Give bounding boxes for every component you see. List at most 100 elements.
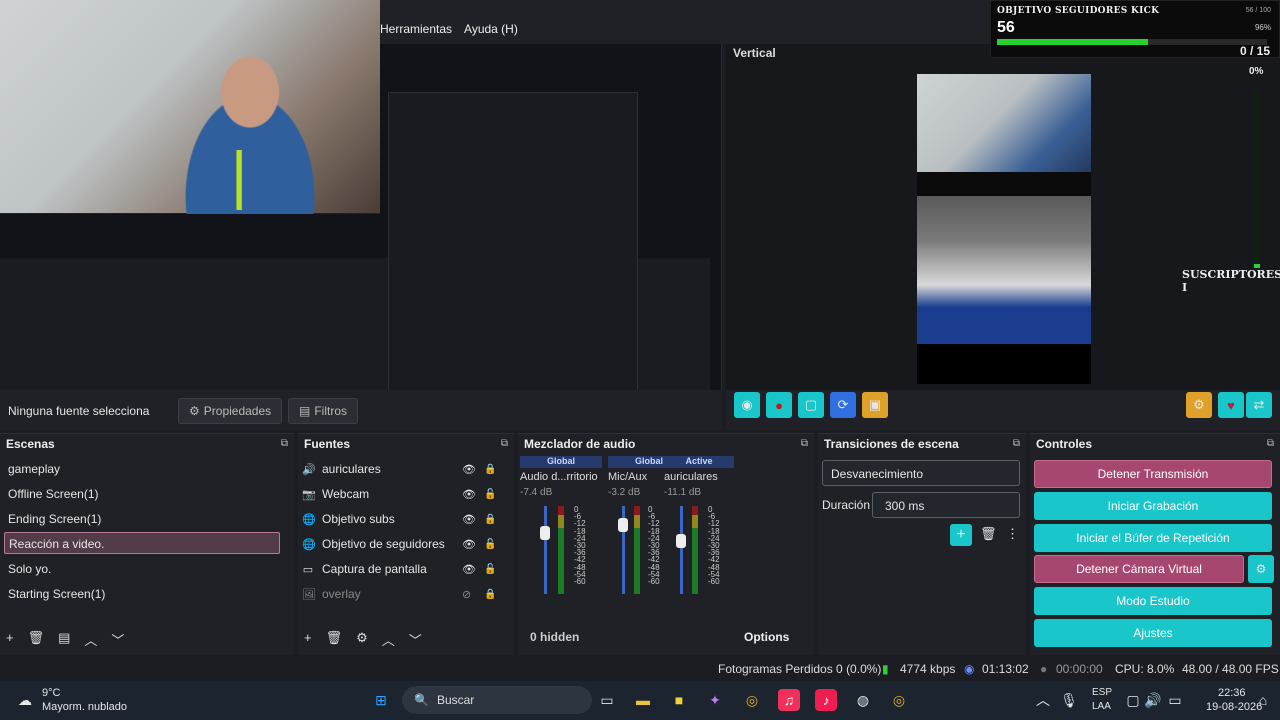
menu-tools[interactable]: Herramientas	[380, 22, 452, 36]
more-icon[interactable]: ⋮	[1006, 526, 1019, 542]
eye-icon[interactable]: 👁	[462, 513, 476, 526]
down-icon[interactable]: ﹀	[409, 630, 422, 649]
stop-virtual-camera-button[interactable]: Detener Cámara Virtual	[1034, 555, 1244, 583]
gear-icon[interactable]: ⚙	[1248, 555, 1274, 583]
chevron-up-icon[interactable]: ︿	[1032, 689, 1054, 711]
screenshot-icon[interactable]: ▣	[862, 392, 888, 418]
add-icon[interactable]: +	[304, 630, 312, 649]
lock-icon[interactable]: 🔒	[484, 589, 496, 600]
vertical-kick-overlay	[917, 172, 1091, 196]
add-transition-button[interactable]: +	[950, 524, 972, 546]
undock-icon[interactable]: ⧉	[1013, 438, 1020, 449]
refresh-icon[interactable]: ⟳	[830, 392, 856, 418]
fader-knob[interactable]	[618, 518, 628, 532]
undock-icon[interactable]: ⧉	[501, 438, 508, 449]
source-item[interactable]: 🖼 overlay ⊘ 🔒	[302, 583, 498, 605]
replay-buffer-button[interactable]: Iniciar el Búfer de Repetición	[1034, 524, 1272, 552]
battery-icon[interactable]: ▭	[1164, 689, 1186, 711]
lock-icon[interactable]: 🔓	[484, 539, 496, 550]
source-item[interactable]: 📷 Webcam 👁 🔓	[302, 483, 498, 505]
channel-name[interactable]: Audio d...rritorio	[520, 471, 602, 483]
down-icon[interactable]: ﹀	[111, 630, 124, 649]
microphone-icon[interactable]: 🎙	[1058, 689, 1080, 711]
volume-fader[interactable]	[544, 506, 547, 594]
eye-icon[interactable]: 👁	[462, 538, 476, 551]
scene-item-selected[interactable]: Reacción a video.	[4, 532, 280, 554]
weather-desc[interactable]: Mayorm. nublado	[42, 701, 127, 713]
copilot-icon[interactable]: ✦	[704, 689, 726, 711]
lock-icon[interactable]: 🔒	[484, 464, 496, 475]
obs-icon[interactable]: ◍	[852, 689, 874, 711]
scene-item[interactable]: Ending Screen(1)	[4, 508, 280, 530]
notifications-icon[interactable]: ⌂	[1252, 689, 1274, 711]
task-view-icon[interactable]: ▭	[596, 689, 618, 711]
settings-gear-icon[interactable]: ⚙	[1186, 392, 1212, 418]
tiktok-icon[interactable]: ♪	[815, 689, 837, 711]
trash-icon[interactable]: 🗑	[326, 630, 343, 649]
options-menu[interactable]: Options	[744, 630, 789, 644]
scene-item[interactable]: gameplay	[4, 458, 280, 480]
start-recording-button[interactable]: Iniciar Grabación	[1034, 492, 1272, 520]
gear-icon[interactable]: ⚙	[356, 630, 368, 649]
lock-icon[interactable]: 🔓	[484, 564, 496, 575]
clock-time[interactable]: 22:36	[1218, 687, 1246, 699]
taskbar-search[interactable]: 🔍 Buscar	[402, 686, 592, 714]
studio-mode-button[interactable]: Modo Estudio	[1034, 587, 1272, 615]
eye-icon[interactable]: 👁	[462, 488, 476, 501]
replay-icon[interactable]: ▢	[798, 392, 824, 418]
bitrate: 4774 kbps	[900, 662, 956, 676]
stream-icon[interactable]: ◉	[734, 392, 760, 418]
undock-icon[interactable]: ⧉	[801, 438, 808, 449]
globe-icon: 🌐	[302, 538, 316, 551]
source-item[interactable]: 🔊 auriculares 👁 🔒	[302, 458, 498, 480]
up-icon[interactable]: ︿	[382, 630, 395, 649]
keyboard-layout[interactable]: LAA	[1092, 701, 1111, 712]
volume-icon[interactable]: 🔊	[1142, 689, 1164, 711]
weather-temp[interactable]: 9°C	[42, 687, 60, 699]
duration-input[interactable]: 300 ms	[872, 492, 1020, 518]
scene-item[interactable]: Starting Screen(1)	[4, 583, 280, 605]
switch-icon[interactable]: ⇄	[1246, 392, 1272, 418]
fader-knob[interactable]	[540, 526, 550, 540]
music-icon[interactable]: ♫	[778, 689, 800, 711]
vu-meter	[692, 506, 698, 594]
trash-icon[interactable]: 🗑	[980, 526, 997, 542]
menu-help[interactable]: Ayuda (H)	[464, 22, 518, 36]
filter-icon[interactable]: ▤	[58, 630, 70, 649]
channel-name[interactable]: auriculares	[664, 471, 734, 483]
weather-icon[interactable]: ☁	[14, 689, 36, 711]
up-icon[interactable]: ︿	[84, 630, 97, 649]
source-item[interactable]: ▭ Captura de pantalla 👁 🔓	[302, 558, 498, 580]
language-code[interactable]: ESP	[1092, 687, 1112, 698]
eye-icon[interactable]: 👁	[462, 563, 476, 576]
properties-button[interactable]: ⚙ Propiedades	[178, 398, 283, 424]
trash-icon[interactable]: 🗑	[28, 630, 45, 649]
notes-icon[interactable]: ■	[668, 689, 690, 711]
lock-icon[interactable]: 🔒	[484, 514, 496, 525]
chrome-icon[interactable]: ◎	[741, 689, 763, 711]
undock-icon[interactable]: ⧉	[281, 438, 288, 449]
add-icon[interactable]: +	[6, 630, 14, 649]
folder-icon[interactable]: ▬	[632, 689, 654, 711]
fader-knob[interactable]	[676, 534, 686, 548]
filters-button[interactable]: ▤ Filtros	[288, 398, 359, 424]
windows-start-icon[interactable]: ⊞	[370, 689, 392, 711]
record-icon[interactable]: ●	[766, 392, 792, 418]
hidden-count[interactable]: 0 hidden	[530, 630, 579, 644]
heart-icon[interactable]: ♥	[1218, 392, 1244, 418]
eye-hidden-icon[interactable]: ⊘	[462, 588, 471, 601]
kick-progress	[997, 39, 1267, 45]
chrome-icon-2[interactable]: ◎	[888, 689, 910, 711]
source-item[interactable]: 🌐 Objetivo de seguidores 👁 🔓	[302, 533, 498, 555]
eye-icon[interactable]: 👁	[462, 463, 476, 476]
volume-fader[interactable]	[680, 506, 683, 594]
scene-item[interactable]: Offline Screen(1)	[4, 483, 280, 505]
undock-icon[interactable]: ⧉	[1267, 438, 1274, 449]
scene-item[interactable]: Solo yo.	[4, 558, 280, 580]
display-icon[interactable]: ▢	[1122, 689, 1144, 711]
stop-stream-button[interactable]: Detener Transmisión	[1034, 460, 1272, 488]
lock-icon[interactable]: 🔓	[484, 489, 496, 500]
settings-button[interactable]: Ajustes	[1034, 619, 1272, 647]
transition-select[interactable]: Desvanecimiento	[822, 460, 1020, 486]
source-item[interactable]: 🌐 Objetivo subs 👁 🔒	[302, 508, 498, 530]
